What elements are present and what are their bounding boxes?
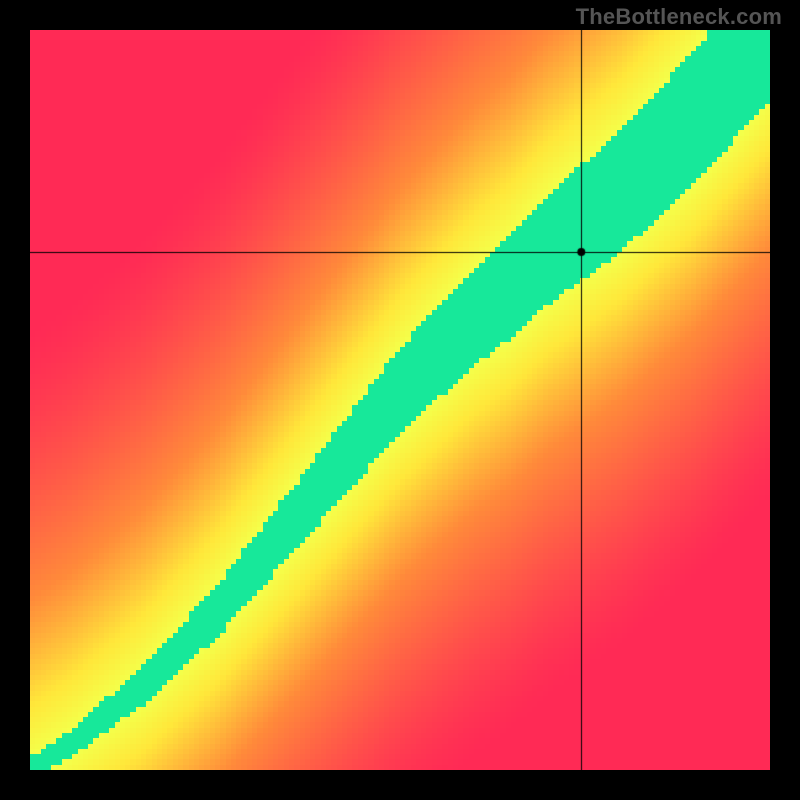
bottleneck-heatmap [30,30,770,770]
chart-container: TheBottleneck.com [0,0,800,800]
watermark-text: TheBottleneck.com [576,4,782,30]
